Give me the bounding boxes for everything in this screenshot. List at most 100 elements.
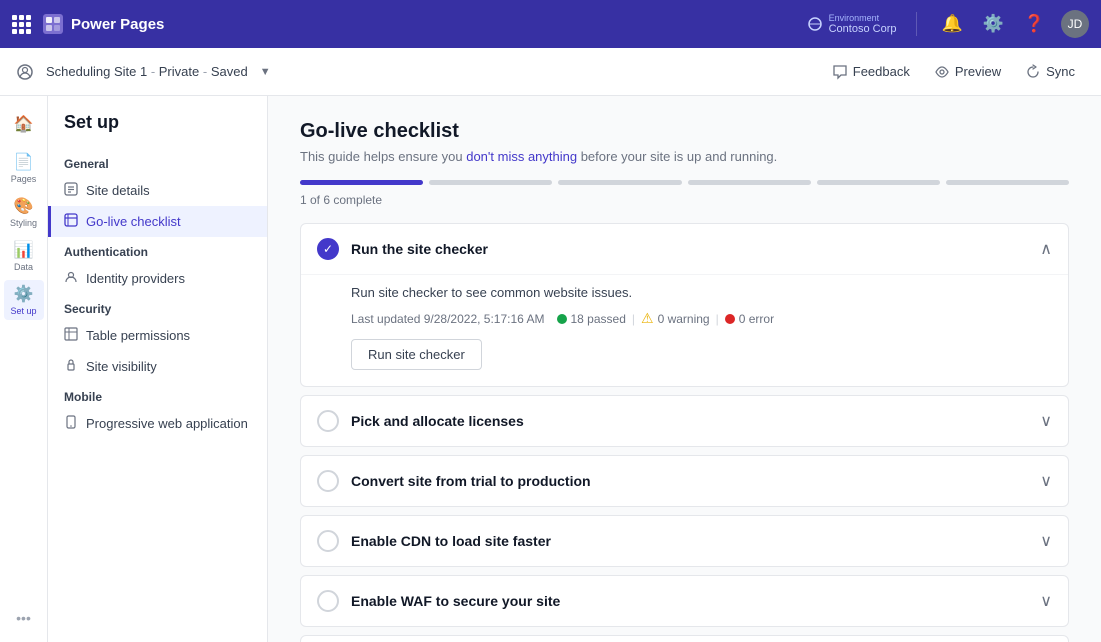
error-badge: 0 error: [725, 312, 774, 326]
secondbar: Scheduling Site 1 - Private - Saved ▼ Fe…: [0, 48, 1101, 96]
topbar: Power Pages Environment Contoso Corp 🔔 ⚙…: [0, 0, 1101, 48]
site-checker-status: Last updated 9/28/2022, 5:17:16 AM 18 pa…: [351, 310, 1052, 327]
sidebar-item-identity-providers[interactable]: Identity providers: [48, 263, 267, 294]
data-icon: 📊: [14, 240, 34, 260]
checklist-card-cdn-header[interactable]: Enable CDN to load site faster ∨: [301, 516, 1068, 566]
progress-seg-1: [300, 180, 423, 185]
sidebar-security-section: Security: [48, 294, 267, 320]
user-avatar[interactable]: JD: [1061, 10, 1089, 38]
progress-seg-4: [688, 180, 811, 185]
go-live-icon: [64, 213, 78, 230]
warning-icon: ⚠: [641, 310, 654, 327]
feedback-icon: [832, 64, 848, 80]
pwa-icon: [64, 415, 78, 432]
home-icon: 🏠: [14, 114, 34, 134]
waf-title: Enable WAF to secure your site: [351, 593, 1028, 609]
checklist-card-site-checker: ✓ Run the site checker ∧ Run site checke…: [300, 223, 1069, 387]
check-circle-convert: [317, 470, 339, 492]
environment-icon: [807, 16, 823, 32]
help-button[interactable]: ❓: [1020, 10, 1049, 38]
error-dot: [725, 314, 735, 324]
site-checker-body: Run site checker to see common website i…: [301, 274, 1068, 386]
sidebar-item-table-permissions[interactable]: Table permissions: [48, 320, 267, 351]
icon-nav: 🏠 📄 Pages 🎨 Styling 📊 Data ⚙️ Set up •••: [0, 96, 48, 642]
nav-styling[interactable]: 🎨 Styling: [4, 192, 44, 232]
waf-chevron: ∨: [1040, 591, 1052, 611]
check-circle-cdn: [317, 530, 339, 552]
sidebar-title: Set up: [48, 112, 267, 149]
progress-seg-2: [429, 180, 552, 185]
site-checker-chevron: ∧: [1040, 239, 1052, 259]
sidebar-mobile-section: Mobile: [48, 382, 267, 408]
passed-dot: [557, 314, 567, 324]
checklist-card-licenses: Pick and allocate licenses ∨: [300, 395, 1069, 447]
check-circle-licenses: [317, 410, 339, 432]
checklist-card-cdn: Enable CDN to load site faster ∨: [300, 515, 1069, 567]
site-selector-chevron: ▼: [260, 66, 271, 78]
site-selector[interactable]: Scheduling Site 1 - Private - Saved ▼: [16, 63, 822, 81]
check-circle-site-checker: ✓: [317, 238, 339, 260]
power-pages-logo-icon: [43, 14, 63, 34]
preview-icon: [934, 64, 950, 80]
secondbar-actions: Feedback Preview Sync: [822, 58, 1085, 86]
preview-button[interactable]: Preview: [924, 58, 1011, 86]
sync-icon: [1025, 64, 1041, 80]
passed-badge: 18 passed: [557, 312, 626, 326]
sidebar-item-site-visibility[interactable]: Site visibility: [48, 351, 267, 382]
progress-seg-6: [946, 180, 1069, 185]
site-icon: [16, 63, 34, 81]
identity-icon: [64, 270, 78, 287]
checklist-card-convert: Convert site from trial to production ∨: [300, 455, 1069, 507]
checklist-card-site-checker-header[interactable]: ✓ Run the site checker ∧: [301, 224, 1068, 274]
checklist-card-convert-header[interactable]: Convert site from trial to production ∨: [301, 456, 1068, 506]
sidebar-general-section: General: [48, 149, 267, 175]
subtitle-link[interactable]: don't miss anything: [466, 149, 577, 164]
site-visibility-icon: [64, 358, 78, 375]
table-permissions-icon: [64, 327, 78, 344]
checklist-card-waf-header[interactable]: Enable WAF to secure your site ∨: [301, 576, 1068, 626]
nav-home[interactable]: 🏠: [4, 104, 44, 144]
sidebar-item-site-details[interactable]: Site details: [48, 175, 267, 206]
site-checker-title: Run the site checker: [351, 241, 1028, 257]
sync-button[interactable]: Sync: [1015, 58, 1085, 86]
page-title: Go-live checklist: [300, 120, 1069, 143]
app-logo: Power Pages: [43, 14, 164, 34]
settings-button[interactable]: ⚙️: [979, 10, 1008, 38]
licenses-chevron: ∨: [1040, 411, 1052, 431]
checklist-card-domain-header[interactable]: Connect custom domain ∨: [301, 636, 1068, 642]
sidebar-item-go-live-checklist[interactable]: Go-live checklist: [48, 206, 267, 237]
check-circle-waf: [317, 590, 339, 612]
environment-info: Environment Contoso Corp: [807, 13, 897, 35]
setup-icon: ⚙️: [14, 284, 34, 304]
progress-count: 1 of 6 complete: [300, 193, 1069, 207]
run-site-checker-button[interactable]: Run site checker: [351, 339, 482, 370]
progress-seg-5: [817, 180, 940, 185]
nav-setup[interactable]: ⚙️ Set up: [4, 280, 44, 320]
site-checker-desc: Run site checker to see common website i…: [351, 285, 1052, 300]
cdn-chevron: ∨: [1040, 531, 1052, 551]
progress-seg-3: [558, 180, 681, 185]
convert-title: Convert site from trial to production: [351, 473, 1028, 489]
checklist-card-waf: Enable WAF to secure your site ∨: [300, 575, 1069, 627]
sidebar: Set up General Site details Go-live chec…: [48, 96, 268, 642]
notifications-button[interactable]: 🔔: [937, 10, 966, 38]
nav-data[interactable]: 📊 Data: [4, 236, 44, 276]
warning-badge: ⚠ 0 warning: [641, 310, 710, 327]
styling-icon: 🎨: [14, 196, 34, 216]
main-layout: 🏠 📄 Pages 🎨 Styling 📊 Data ⚙️ Set up •••…: [0, 96, 1101, 642]
nav-more[interactable]: •••: [8, 602, 39, 634]
convert-chevron: ∨: [1040, 471, 1052, 491]
waffle-menu[interactable]: [12, 15, 31, 34]
cdn-title: Enable CDN to load site faster: [351, 533, 1028, 549]
sidebar-item-pwa[interactable]: Progressive web application: [48, 408, 267, 439]
checklist-card-domain: Connect custom domain ∨: [300, 635, 1069, 642]
feedback-button[interactable]: Feedback: [822, 58, 920, 86]
checklist-card-licenses-header[interactable]: Pick and allocate licenses ∨: [301, 396, 1068, 446]
sidebar-auth-section: Authentication: [48, 237, 267, 263]
nav-pages[interactable]: 📄 Pages: [4, 148, 44, 188]
progress-bar: [300, 180, 1069, 185]
licenses-title: Pick and allocate licenses: [351, 413, 1028, 429]
content-area: Go-live checklist This guide helps ensur…: [268, 96, 1101, 642]
content-subtitle: This guide helps ensure you don't miss a…: [300, 149, 1069, 164]
pages-icon: 📄: [14, 152, 34, 172]
